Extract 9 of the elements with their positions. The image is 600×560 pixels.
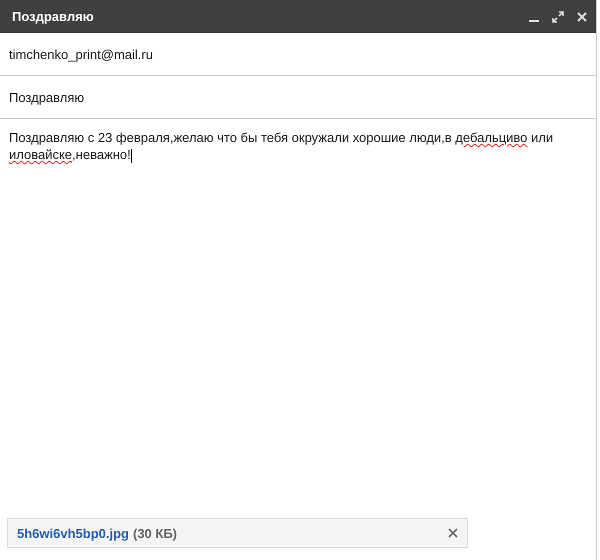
expand-icon[interactable] — [552, 10, 564, 22]
close-icon[interactable] — [576, 10, 588, 22]
attachment-link[interactable]: 5h6wi6vh5bp0.jpg — [17, 526, 129, 540]
message-body[interactable]: Поздравляю с 23 февраля,желаю что бы тебя окружали хорошие люди,в дебальциво или иловайске,неважно! — [0, 119, 596, 518]
remove-icon[interactable] — [448, 528, 458, 538]
window-title: Поздравляю — [12, 9, 94, 24]
attachment-size: (30 КБ) — [132, 526, 177, 540]
recipient-field[interactable]: timchenko_print@mail.ru — [9, 46, 153, 62]
subject-field[interactable]: Поздравляю — [9, 90, 84, 104]
